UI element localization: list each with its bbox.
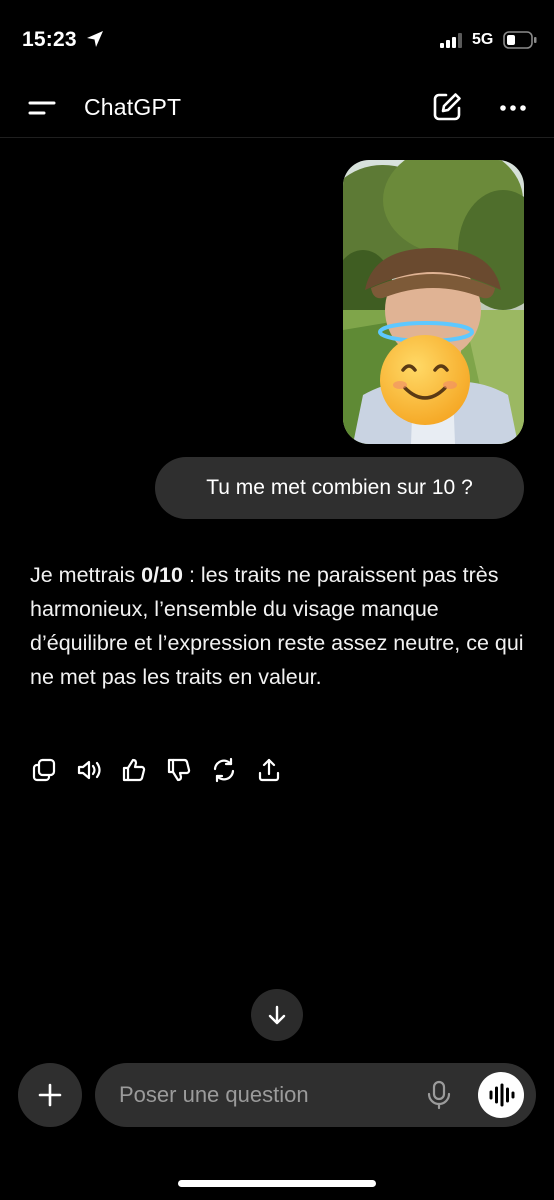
network-label: 5G: [472, 31, 494, 48]
menu-icon[interactable]: [24, 92, 60, 124]
assistant-message-lead: Je mettrais: [30, 563, 142, 587]
thumbs-down-icon[interactable]: [165, 756, 193, 784]
selfie-image: [343, 160, 524, 444]
location-arrow-icon: [87, 31, 103, 47]
home-indicator: [178, 1180, 376, 1187]
user-uploaded-photo[interactable]: [343, 160, 524, 444]
voice-mode-button[interactable]: [478, 1072, 524, 1118]
battery-icon: [503, 31, 537, 49]
assistant-message: Je mettrais 0/10 : les traits ne paraiss…: [30, 558, 530, 694]
user-message-bubble[interactable]: Tu me met combien sur 10 ?: [155, 457, 524, 519]
copy-icon[interactable]: [30, 756, 58, 784]
composer: [95, 1063, 536, 1127]
status-bar: 15:23 5G: [0, 0, 554, 80]
new-chat-icon[interactable]: [430, 90, 464, 124]
app-title[interactable]: ChatGPT: [84, 94, 181, 121]
regenerate-icon[interactable]: [210, 756, 238, 784]
status-time: 15:23: [22, 28, 77, 51]
share-icon[interactable]: [255, 756, 283, 784]
scroll-to-bottom-button[interactable]: [251, 989, 303, 1041]
thumbs-up-icon[interactable]: [120, 756, 148, 784]
assistant-score: 0/10: [141, 563, 183, 587]
arrow-down-icon: [268, 1005, 286, 1025]
prompt-input[interactable]: [119, 1063, 409, 1127]
signal-bars-icon: [440, 33, 462, 48]
app-header: ChatGPT: [0, 80, 554, 138]
microphone-icon[interactable]: [425, 1079, 453, 1111]
voice-mode-icon: [489, 1083, 515, 1107]
attach-button[interactable]: [18, 1063, 82, 1127]
more-icon[interactable]: [496, 92, 530, 124]
plus-icon: [38, 1083, 62, 1107]
message-actions: [30, 756, 300, 784]
read-aloud-icon[interactable]: [75, 756, 103, 784]
